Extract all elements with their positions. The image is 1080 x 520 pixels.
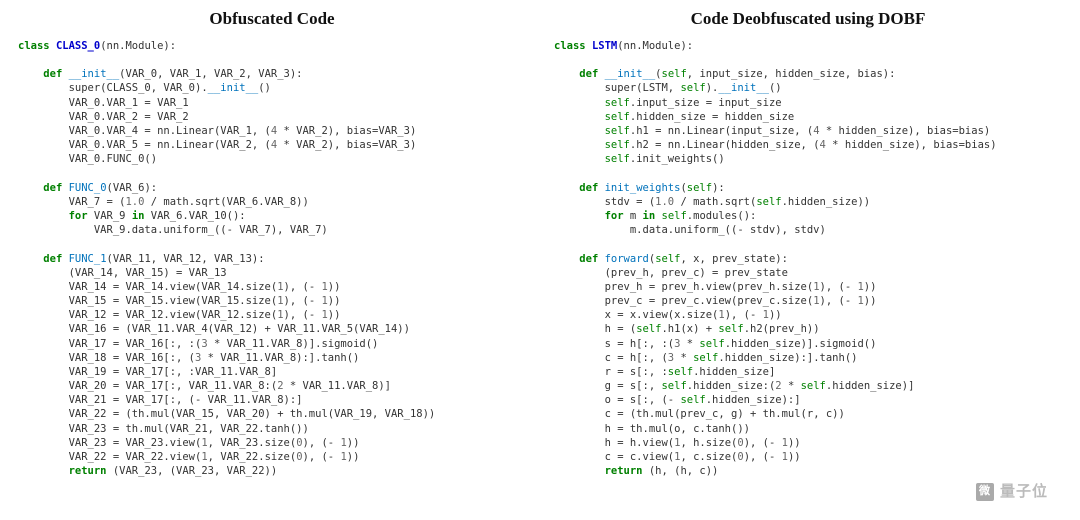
left-column: Obfuscated Code class CLASS_0(nn.Module)… — [18, 8, 526, 520]
left-title: Obfuscated Code — [18, 8, 526, 31]
left-code-block: class CLASS_0(nn.Module): def __init__(V… — [18, 39, 526, 478]
two-column-layout: Obfuscated Code class CLASS_0(nn.Module)… — [0, 0, 1080, 520]
right-code-block: class LSTM(nn.Module): def __init__(self… — [554, 39, 1062, 478]
wechat-icon: 微 — [976, 483, 994, 501]
watermark-text: 量子位 — [1000, 482, 1048, 502]
right-column: Code Deobfuscated using DOBF class LSTM(… — [554, 8, 1062, 520]
watermark: 微 量子位 — [976, 482, 1048, 502]
right-title: Code Deobfuscated using DOBF — [554, 8, 1062, 31]
